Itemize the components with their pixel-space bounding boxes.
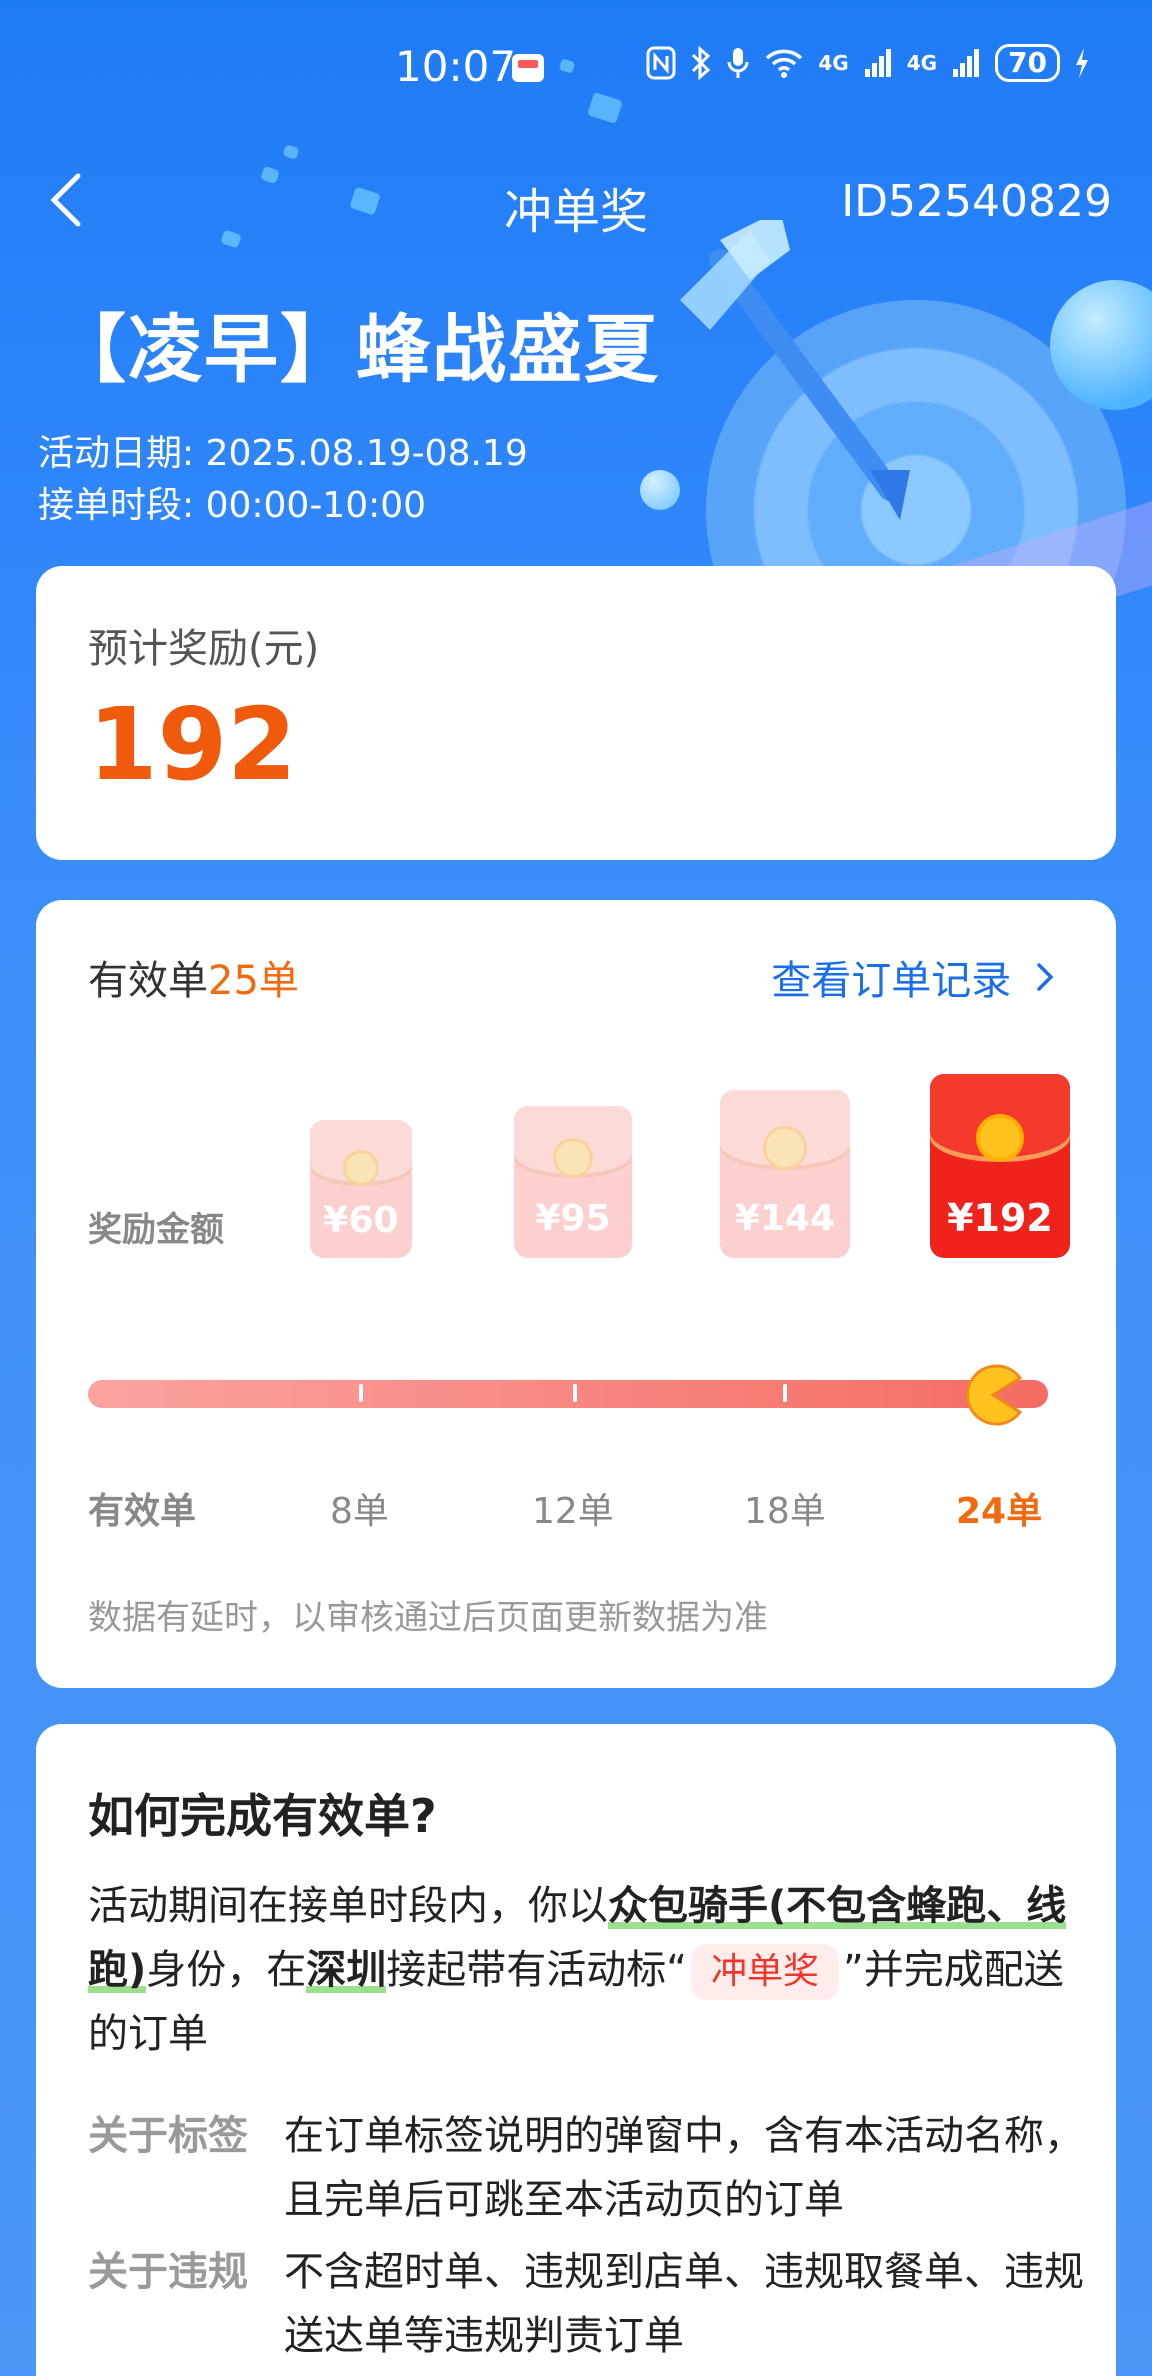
- battery-indicator: 70: [995, 44, 1060, 82]
- valid-orders-count: 25单: [208, 958, 299, 1004]
- calendar-icon: [512, 54, 544, 82]
- how-to-card: 如何完成有效单? 活动期间在接单时段内，你以众包骑手(不包含蜂跑、线跑)身份，在…: [36, 1724, 1116, 2376]
- reward-envelope: ¥95: [514, 1106, 632, 1258]
- network-label: 4G: [906, 51, 938, 75]
- how-text: 身份，在: [146, 1947, 307, 1993]
- estimated-reward-card: 预计奖励(元) 192: [36, 566, 1116, 860]
- reward-envelope: ¥144: [720, 1090, 850, 1258]
- how-text: 接起带有活动标“: [386, 1947, 688, 1993]
- activity-title: 【凌早】蜂战盛夏: [52, 307, 660, 393]
- reward-amount: ¥95: [535, 1198, 611, 1239]
- signal-icon: [864, 49, 891, 77]
- progress-tick: [573, 1384, 577, 1402]
- rule-key: 关于违规: [88, 2249, 248, 2295]
- step-label: 12单: [532, 1491, 614, 1532]
- step-label-active: 24单: [956, 1491, 1043, 1532]
- activity-tag: 冲单奖: [691, 1944, 840, 2000]
- reward-amount: ¥144: [734, 1198, 836, 1239]
- mic-icon: [727, 48, 749, 78]
- reward-envelope: ¥60: [310, 1120, 412, 1258]
- delay-note: 数据有延时，以审核通过后页面更新数据为准: [88, 1598, 768, 1638]
- how-text: 活动期间在接单时段内，你以: [88, 1883, 608, 1929]
- dart-icon: [680, 220, 910, 520]
- view-orders-link[interactable]: 查看订单记录: [771, 948, 1056, 1006]
- status-time: 10:07: [395, 42, 517, 91]
- progress-track: [88, 1380, 1048, 1408]
- reward-amount-label: 奖励金额: [88, 1210, 224, 1250]
- estimated-reward-value: 192: [88, 686, 297, 803]
- activity-date: 活动日期: 2025.08.19-08.19: [38, 433, 528, 474]
- reward-amount: ¥192: [947, 1196, 1053, 1240]
- step-label: 8单: [330, 1491, 389, 1532]
- progress-tick: [783, 1384, 787, 1402]
- estimated-reward-label: 预计奖励(元): [88, 626, 320, 672]
- progress-marker-icon: [966, 1364, 1023, 1426]
- progress-card: 有效单25单 查看订单记录 奖励金额 ¥60 ¥95 ¥144 ¥192 有效单…: [36, 900, 1116, 1688]
- how-to-title: 如何完成有效单?: [88, 1789, 437, 1843]
- valid-orders-summary: 有效单25单: [88, 948, 299, 1006]
- network-label: 4G: [818, 51, 849, 75]
- rule-key: 关于标签: [88, 2113, 248, 2159]
- reward-amount: ¥60: [323, 1200, 399, 1241]
- progress-tick: [359, 1384, 363, 1402]
- wifi-icon: [766, 49, 803, 78]
- reward-envelope-achieved: ¥192: [930, 1074, 1070, 1258]
- user-id: ID52540829: [841, 176, 1112, 227]
- nfc-icon: [646, 46, 676, 80]
- highlight-city: 深圳: [306, 1947, 387, 1993]
- rule-value: 不含超时单、违规到店单、违规取餐单、违规送达单等违规判责订单: [284, 2249, 1084, 2359]
- view-orders-label: 查看订单记录: [771, 958, 1012, 1004]
- steps-label: 有效单: [88, 1491, 197, 1532]
- step-label: 18单: [744, 1491, 826, 1532]
- bluetooth-icon: [692, 46, 711, 80]
- activity-time-range: 接单时段: 00:00-10:00: [38, 485, 427, 526]
- status-bar: 10:07 4G 4G 70: [0, 0, 1152, 130]
- rule-value: 在订单标签说明的弹窗中，含有本活动名称，且完单后可跳至本活动页的订单: [284, 2113, 1084, 2223]
- valid-orders-label: 有效单: [88, 958, 208, 1004]
- status-icons: 4G 4G 70: [646, 44, 1090, 82]
- charging-icon: [1076, 48, 1088, 78]
- nav-bar: 冲单奖 ID52540829: [0, 160, 1152, 250]
- signal-icon: [953, 49, 980, 77]
- chevron-right-icon: [1037, 963, 1054, 991]
- how-to-description: 活动期间在接单时段内，你以众包骑手(不包含蜂跑、线跑)身份，在深圳接起带有活动标…: [88, 1874, 1078, 2066]
